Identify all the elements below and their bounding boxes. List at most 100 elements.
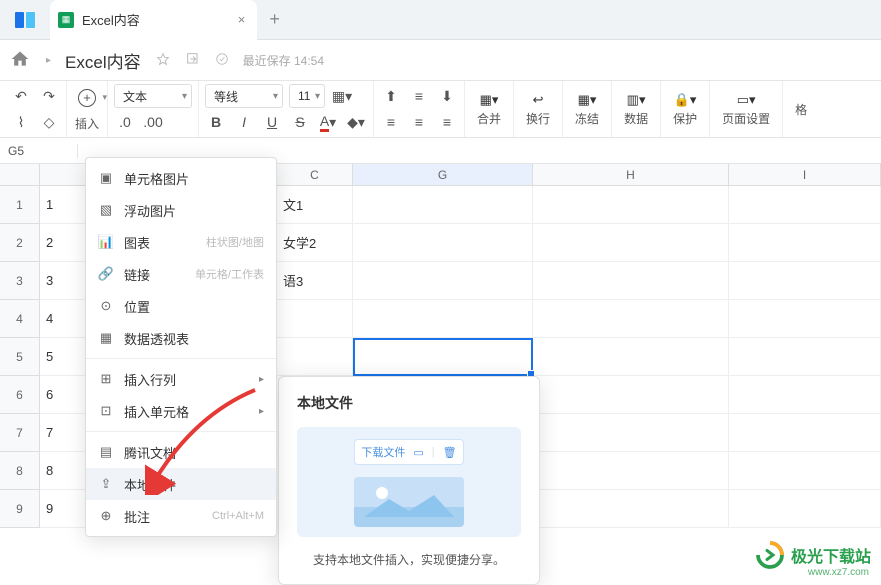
chart-icon: 📊: [98, 234, 114, 250]
fill-color-button[interactable]: ◆▾: [345, 110, 367, 134]
add-tab-button[interactable]: +: [269, 9, 280, 30]
undo-button[interactable]: ↶: [10, 84, 32, 108]
cell[interactable]: 文1: [277, 186, 353, 224]
check-icon: [215, 52, 229, 69]
cell[interactable]: [729, 490, 881, 528]
menu-insert-rowcol[interactable]: ⊞插入行列▸: [86, 363, 276, 395]
app-logo[interactable]: [0, 0, 50, 40]
bold-button[interactable]: B: [205, 110, 227, 134]
increase-decimal-button[interactable]: .00: [142, 110, 164, 134]
cell[interactable]: [729, 414, 881, 452]
valign-top-button[interactable]: ⬆: [380, 84, 402, 108]
row-header[interactable]: 6: [0, 376, 40, 414]
cell[interactable]: [729, 300, 881, 338]
clear-format-button[interactable]: ◇: [38, 110, 60, 134]
insert-plus-icon[interactable]: +: [78, 89, 96, 107]
cell[interactable]: [353, 300, 533, 338]
share-icon[interactable]: [185, 51, 201, 70]
borders-button[interactable]: ▦▾: [331, 84, 353, 108]
cell[interactable]: 女学2: [277, 224, 353, 262]
wrap-button[interactable]: ↩换行: [520, 92, 556, 127]
cell[interactable]: [277, 338, 353, 376]
style-button[interactable]: 格: [789, 101, 813, 118]
cell[interactable]: [729, 376, 881, 414]
tab-active[interactable]: ▦ Excel内容 ×: [50, 0, 257, 40]
cell[interactable]: [729, 338, 881, 376]
menu-pivot[interactable]: ▦数据透视表: [86, 322, 276, 354]
cell[interactable]: [353, 224, 533, 262]
row-header[interactable]: 9: [0, 490, 40, 528]
menu-chart[interactable]: 📊图表柱状图/地图: [86, 226, 276, 258]
cell[interactable]: [533, 490, 729, 528]
document-title[interactable]: Excel内容: [65, 48, 141, 73]
cell[interactable]: [533, 186, 729, 224]
menu-cell-image[interactable]: ▣单元格图片: [86, 162, 276, 194]
cell[interactable]: [729, 452, 881, 490]
format-type-select[interactable]: 文本: [114, 84, 192, 108]
cell[interactable]: [729, 262, 881, 300]
cell[interactable]: [353, 186, 533, 224]
row-header[interactable]: 2: [0, 224, 40, 262]
row-header[interactable]: 1: [0, 186, 40, 224]
cell[interactable]: [729, 186, 881, 224]
col-header-h[interactable]: H: [533, 164, 729, 185]
cell[interactable]: [533, 300, 729, 338]
align-left-button[interactable]: ≡: [380, 110, 402, 134]
menu-location[interactable]: ⊙位置: [86, 290, 276, 322]
trash-icon: 🗑: [443, 446, 457, 459]
col-header-g[interactable]: G: [353, 164, 533, 185]
col-header-i[interactable]: I: [729, 164, 881, 185]
page-setup-button[interactable]: ▭▾页面设置: [716, 92, 776, 127]
select-all-corner[interactable]: [0, 164, 40, 185]
merge-button[interactable]: ▦▾合并: [471, 92, 507, 127]
protect-button[interactable]: 🔒▾保护: [667, 92, 703, 127]
cell[interactable]: [533, 414, 729, 452]
menu-tencent-doc[interactable]: ▤腾讯文档: [86, 436, 276, 468]
format-painter-button[interactable]: ⌇: [10, 110, 32, 134]
row-header[interactable]: 3: [0, 262, 40, 300]
cell[interactable]: [353, 338, 533, 376]
font-color-button[interactable]: A▾: [317, 110, 339, 134]
menu-comment[interactable]: ⊕批注Ctrl+Alt+M: [86, 500, 276, 532]
redo-button[interactable]: ↷: [38, 84, 60, 108]
cell[interactable]: [533, 338, 729, 376]
menu-float-image[interactable]: ▧浮动图片: [86, 194, 276, 226]
row-header[interactable]: 7: [0, 414, 40, 452]
cell[interactable]: [277, 300, 353, 338]
cell[interactable]: [533, 262, 729, 300]
font-size-select[interactable]: 11: [289, 84, 325, 108]
float-image-icon: ▧: [98, 202, 114, 218]
menu-link[interactable]: 🔗链接单元格/工作表: [86, 258, 276, 290]
cell[interactable]: [533, 452, 729, 490]
tooltip-card: 本地文件 下载文件 ▭ | 🗑 支持本地文件插入，实现便捷分享。: [278, 376, 540, 585]
italic-button[interactable]: I: [233, 110, 255, 134]
col-header-c[interactable]: C: [277, 164, 353, 185]
valign-bot-button[interactable]: ⬇: [436, 84, 458, 108]
link-icon: 🔗: [98, 266, 114, 282]
freeze-button[interactable]: ▦▾冻结: [569, 92, 605, 127]
data-button[interactable]: ▥▾数据: [618, 92, 654, 127]
strike-button[interactable]: S: [289, 110, 311, 134]
row-header[interactable]: 5: [0, 338, 40, 376]
menu-local-file[interactable]: ⇪本地文件: [86, 468, 276, 500]
cell[interactable]: 语3: [277, 262, 353, 300]
row-header[interactable]: 8: [0, 452, 40, 490]
nav-caret-icon[interactable]: ▸: [46, 55, 51, 66]
close-icon[interactable]: ×: [238, 12, 246, 27]
align-center-button[interactable]: ≡: [408, 110, 430, 134]
valign-mid-button[interactable]: ≡: [408, 84, 430, 108]
cell[interactable]: [729, 224, 881, 262]
row-header[interactable]: 4: [0, 300, 40, 338]
name-box[interactable]: G5: [0, 144, 78, 158]
star-icon[interactable]: [155, 51, 171, 70]
cell[interactable]: [533, 376, 729, 414]
cell[interactable]: [353, 262, 533, 300]
menu-insert-cell[interactable]: ⊡插入单元格▸: [86, 395, 276, 427]
font-family-select[interactable]: 等线: [205, 84, 283, 108]
decrease-decimal-button[interactable]: .0: [114, 110, 136, 134]
align-right-button[interactable]: ≡: [436, 110, 458, 134]
cell[interactable]: [533, 224, 729, 262]
underline-button[interactable]: U: [261, 110, 283, 134]
insert-label[interactable]: 插入: [75, 115, 99, 132]
home-icon[interactable]: [10, 49, 32, 71]
